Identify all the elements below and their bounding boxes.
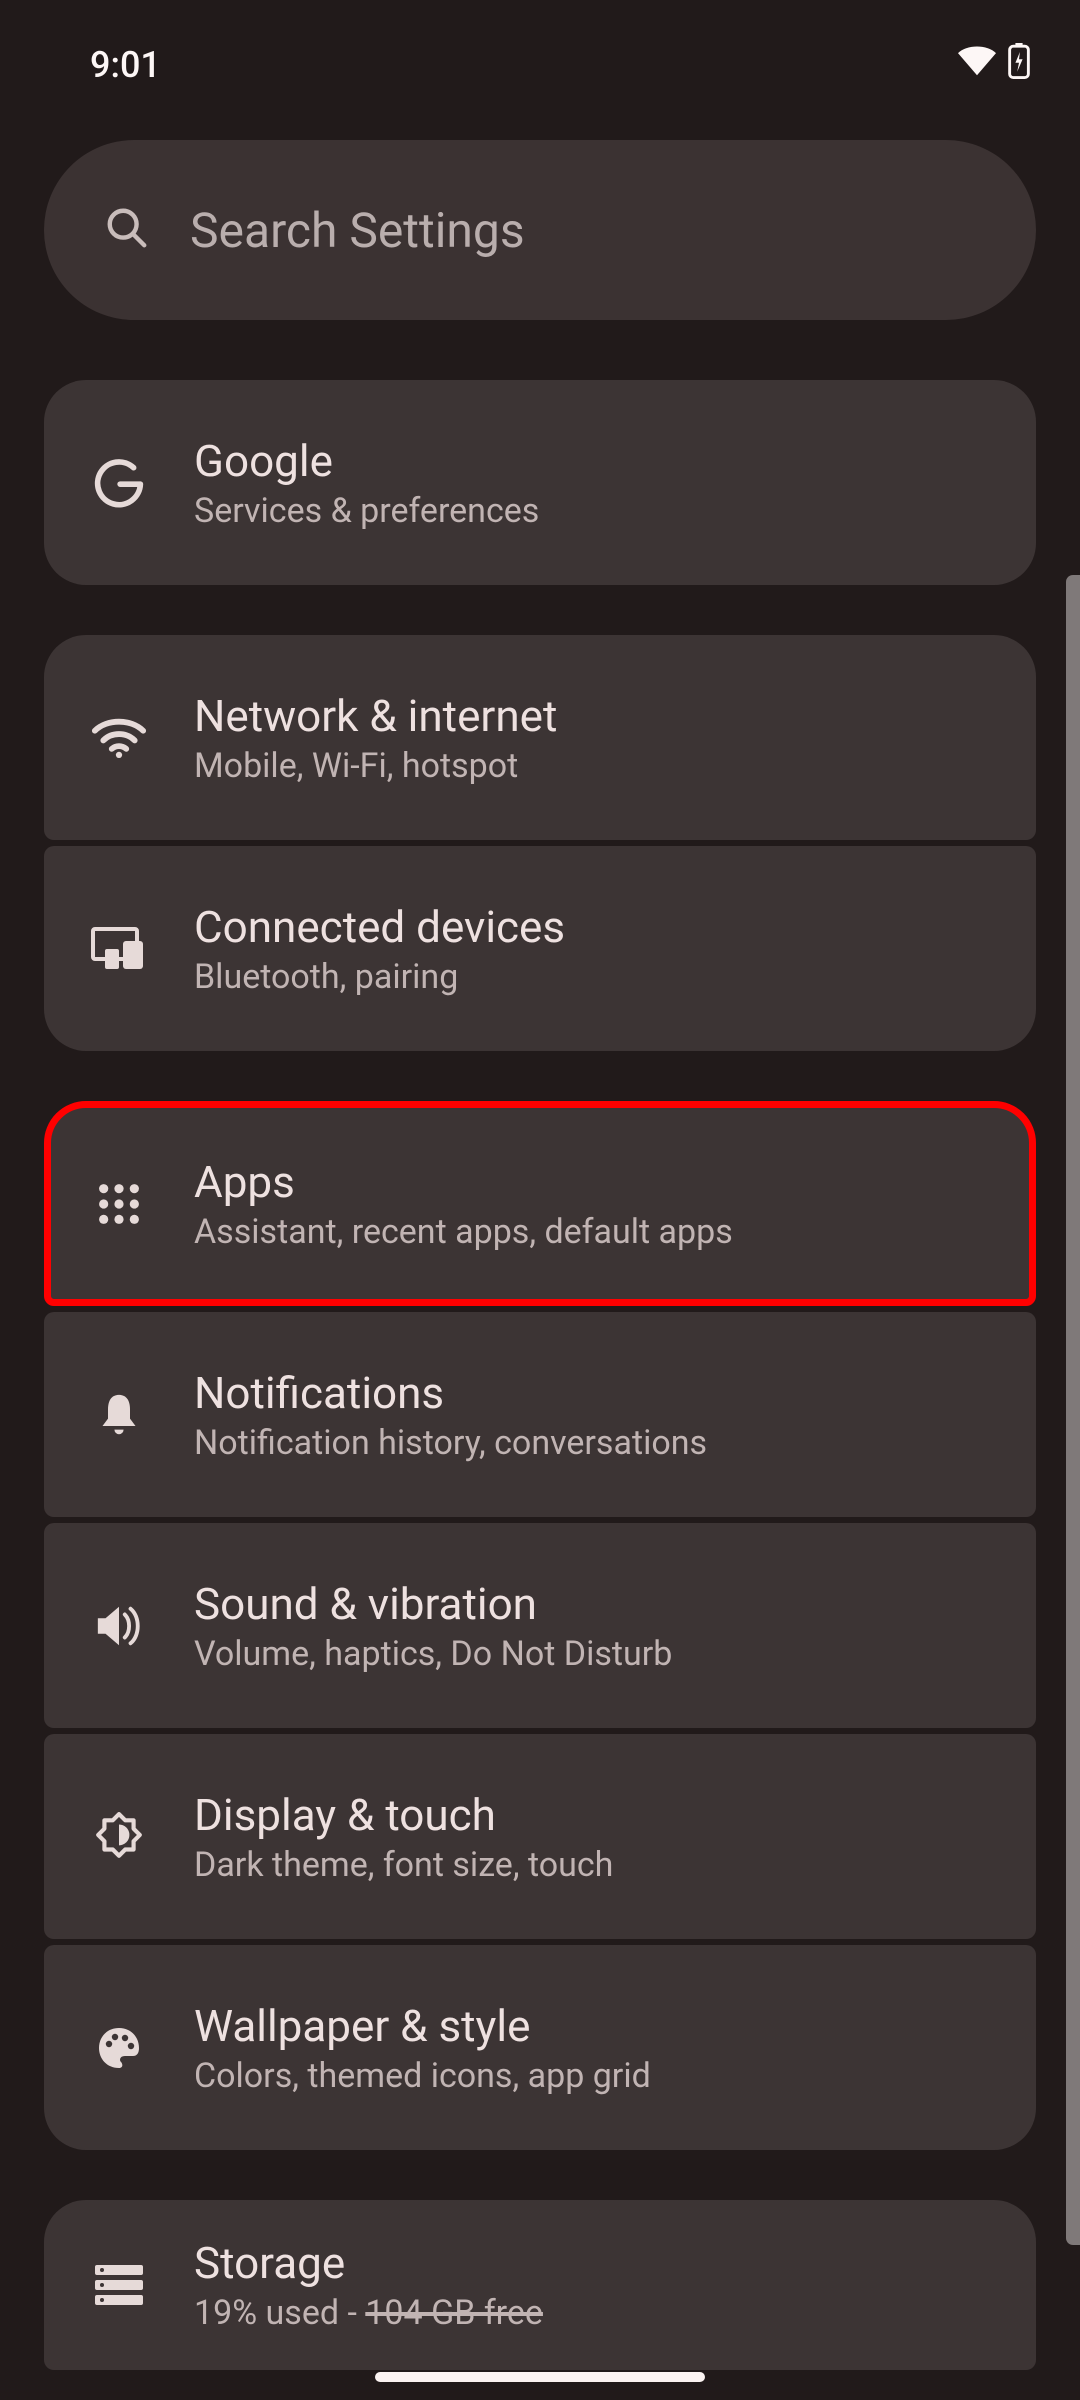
item-subtitle: Colors, themed icons, app grid — [194, 2056, 651, 2096]
settings-group-system: Apps Assistant, recent apps, default app… — [44, 1101, 1036, 2150]
battery-icon — [1008, 43, 1030, 88]
bell-icon — [84, 1380, 154, 1450]
search-icon — [104, 205, 150, 255]
status-right — [958, 43, 1030, 88]
settings-item-wallpaper[interactable]: Wallpaper & style Colors, themed icons, … — [44, 1945, 1036, 2150]
brightness-icon — [84, 1802, 154, 1872]
settings-item-display[interactable]: Display & touch Dark theme, font size, t… — [44, 1734, 1036, 1939]
settings-item-google[interactable]: Google Services & preferences — [44, 380, 1036, 585]
item-subtitle: Bluetooth, pairing — [194, 957, 565, 997]
item-title: Network & internet — [194, 690, 557, 742]
speaker-icon — [84, 1591, 154, 1661]
settings-item-sound[interactable]: Sound & vibration Volume, haptics, Do No… — [44, 1523, 1036, 1728]
item-subtitle: 19% used - 104 GB free — [194, 2293, 543, 2333]
item-title: Sound & vibration — [194, 1578, 672, 1630]
wifi-icon — [958, 44, 996, 86]
settings-group-connectivity: Network & internet Mobile, Wi-Fi, hotspo… — [44, 635, 1036, 1051]
wifi-icon — [84, 703, 154, 773]
item-title: Storage — [194, 2237, 543, 2289]
item-subtitle: Services & preferences — [194, 491, 539, 531]
scroll-indicator[interactable] — [1066, 575, 1080, 2245]
storage-sub-prefix: 19% used - — [194, 2293, 365, 2333]
storage-icon — [84, 2250, 154, 2320]
status-time: 9:01 — [90, 44, 161, 86]
apps-icon — [84, 1169, 154, 1239]
status-bar: 9:01 — [0, 0, 1080, 100]
google-icon — [84, 448, 154, 518]
item-title: Apps — [194, 1156, 733, 1208]
palette-icon — [84, 2013, 154, 2083]
content: Search Settings Google Services & prefer… — [0, 100, 1080, 2370]
item-title: Notifications — [194, 1367, 707, 1419]
settings-item-storage[interactable]: Storage 19% used - 104 GB free — [44, 2200, 1036, 2370]
item-title: Display & touch — [194, 1789, 613, 1841]
settings-item-notifications[interactable]: Notifications Notification history, conv… — [44, 1312, 1036, 1517]
item-subtitle: Dark theme, font size, touch — [194, 1845, 613, 1885]
devices-icon — [84, 914, 154, 984]
item-subtitle: Notification history, conversations — [194, 1423, 707, 1463]
item-title: Google — [194, 435, 539, 487]
item-subtitle: Mobile, Wi-Fi, hotspot — [194, 746, 557, 786]
settings-item-network[interactable]: Network & internet Mobile, Wi-Fi, hotspo… — [44, 635, 1036, 840]
storage-sub-strike: 104 GB free — [365, 2293, 543, 2333]
navigation-handle[interactable] — [375, 2372, 705, 2382]
item-title: Wallpaper & style — [194, 2000, 651, 2052]
settings-group-storage: Storage 19% used - 104 GB free — [44, 2200, 1036, 2370]
search-bar[interactable]: Search Settings — [44, 140, 1036, 320]
item-subtitle: Assistant, recent apps, default apps — [194, 1212, 733, 1252]
settings-item-apps[interactable]: Apps Assistant, recent apps, default app… — [44, 1101, 1036, 1306]
settings-item-connected-devices[interactable]: Connected devices Bluetooth, pairing — [44, 846, 1036, 1051]
item-title: Connected devices — [194, 901, 565, 953]
search-placeholder: Search Settings — [190, 202, 525, 259]
settings-group-google: Google Services & preferences — [44, 380, 1036, 585]
item-subtitle: Volume, haptics, Do Not Disturb — [194, 1634, 672, 1674]
